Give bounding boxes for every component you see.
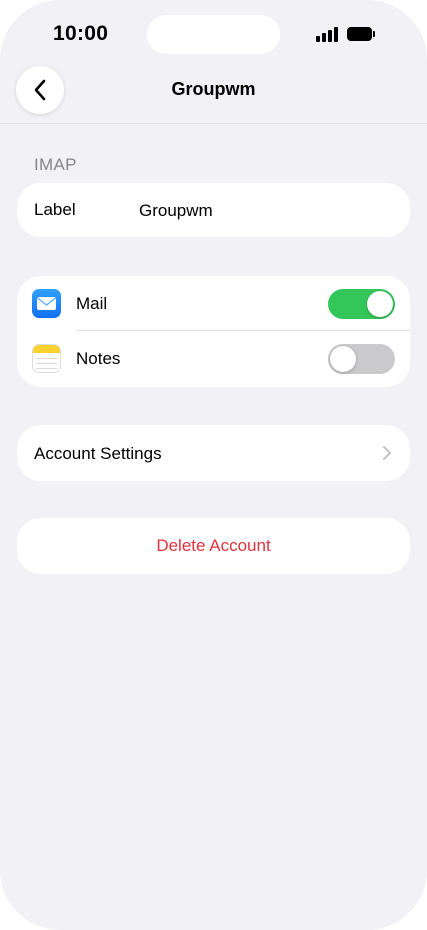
mail-icon [32,289,61,318]
account-settings-label: Account Settings [34,444,162,463]
label-key: Label [34,200,76,219]
toggle-knob [367,291,393,317]
page-title: Groupwm [171,79,256,99]
toggle-knob [330,346,356,372]
dynamic-island [147,15,280,54]
data-toggles-group: Mail Notes [17,276,410,387]
delete-account-button[interactable]: Delete Account [17,518,410,574]
delete-account-label: Delete Account [156,536,271,555]
account-settings-row[interactable]: Account Settings [17,425,410,481]
nav-divider [0,123,427,124]
label-row[interactable]: Label Groupwm [17,183,410,237]
battery-icon [347,27,375,41]
notes-toggle[interactable] [328,344,395,374]
cellular-signal-icon [316,27,340,42]
status-time: 10:00 [53,22,109,45]
notes-icon [32,344,61,373]
phone-screen: 10:00 Groupwm IMAP Label Groupwm Mail No… [0,0,427,930]
chevron-right-icon [383,446,391,460]
notes-toggle-label: Notes [76,349,121,368]
section-header-imap: IMAP [34,155,77,174]
row-divider [76,330,410,331]
mail-toggle[interactable] [328,289,395,319]
mail-toggle-label: Mail [76,294,108,313]
label-value-field[interactable]: Groupwm [139,201,213,221]
